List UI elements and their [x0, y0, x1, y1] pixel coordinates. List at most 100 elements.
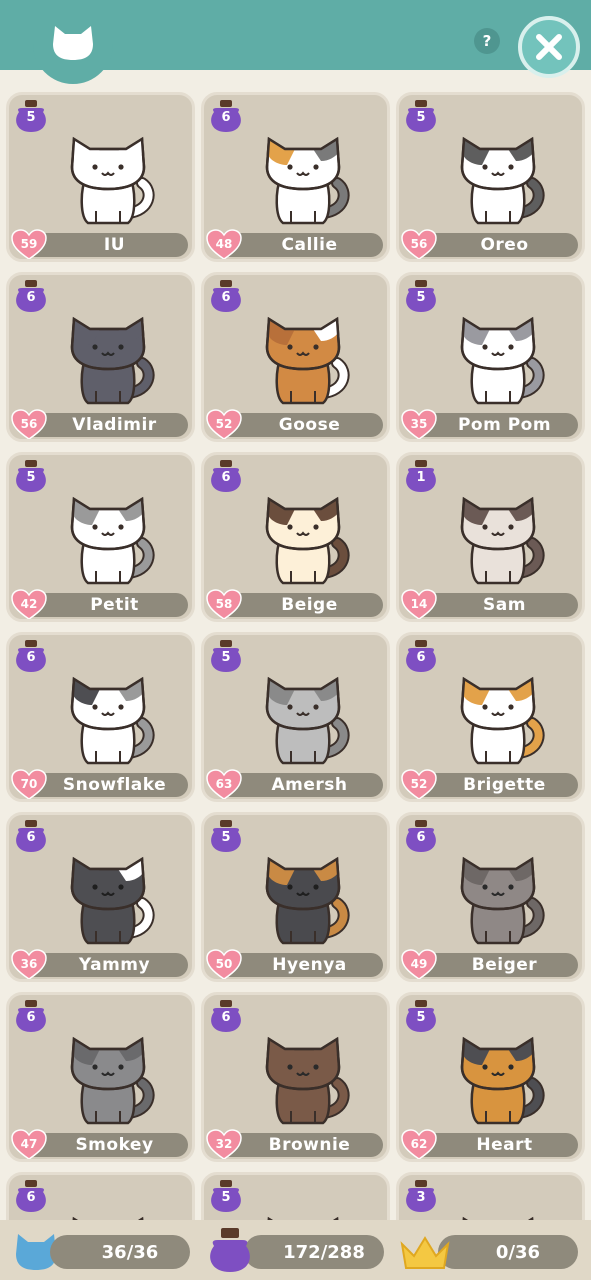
- cat-card[interactable]: 6 Yammy 36: [6, 812, 195, 982]
- cat-collection-tab[interactable]: [33, 0, 113, 84]
- heart-badge: 47: [11, 1129, 47, 1159]
- cat-name: Snowflake: [23, 773, 188, 797]
- heart-count: 58: [215, 597, 233, 611]
- cat-illustration: [462, 1216, 534, 1220]
- heart-badge: 70: [11, 769, 47, 799]
- close-button[interactable]: [518, 16, 580, 78]
- cat-card[interactable]: 5 IU 59: [6, 92, 195, 262]
- cat-card[interactable]: 6 Vladimir 56: [6, 272, 195, 442]
- coin-badge: 6: [208, 280, 244, 314]
- coin-count: 1: [416, 470, 426, 485]
- cat-card[interactable]: 6 Callie 48: [201, 92, 390, 262]
- heart-badge: 35: [401, 409, 437, 439]
- cat-card[interactable]: 6 Beige 58: [201, 452, 390, 622]
- heart-badge: 32: [206, 1129, 242, 1159]
- coin-badge: 5: [403, 100, 439, 134]
- heart-badge: 56: [401, 229, 437, 259]
- coin-badge: 6: [208, 460, 244, 494]
- heart-count: 32: [215, 1137, 233, 1151]
- heart-count: 42: [20, 597, 38, 611]
- coin-badge: 5: [403, 1000, 439, 1034]
- cat-name: Smokey: [23, 1133, 188, 1157]
- coin-badge: 6: [13, 820, 49, 854]
- cat-illustration: [460, 136, 545, 225]
- coin-badge: 6: [208, 100, 244, 134]
- coin-badge: 6: [13, 640, 49, 674]
- cat-card[interactable]: 5 Hyenya 50: [201, 812, 390, 982]
- cat-illustration: [460, 496, 545, 585]
- cat-card[interactable]: 6 Goose 52: [201, 272, 390, 442]
- cat-illustration: [70, 856, 155, 945]
- cat-name: Heart: [413, 1133, 578, 1157]
- coin-badge: 5: [208, 640, 244, 674]
- heart-badge: 48: [206, 229, 242, 259]
- cat-card[interactable]: 3: [396, 1172, 585, 1220]
- cat-card[interactable]: 5 Oreo 56: [396, 92, 585, 262]
- heart-count: 14: [410, 597, 428, 611]
- coin-count: 3: [416, 1190, 426, 1205]
- heart-count: 35: [410, 417, 428, 431]
- close-icon: [536, 34, 562, 60]
- coin-badge: 6: [13, 280, 49, 314]
- coin-badge: 6: [208, 1000, 244, 1034]
- heart-count: 52: [410, 777, 428, 791]
- coin-badge: 5: [13, 460, 49, 494]
- coin-count: 6: [221, 290, 231, 305]
- heart-count: 63: [215, 777, 233, 791]
- coin-count: 5: [26, 470, 36, 485]
- coin-count: 5: [26, 110, 36, 125]
- cat-card[interactable]: 5: [201, 1172, 390, 1220]
- coin-count: 5: [416, 1010, 426, 1025]
- cat-name: Pom Pom: [413, 413, 578, 437]
- cat-illustration: [72, 1216, 144, 1220]
- heart-badge: 52: [206, 409, 242, 439]
- coin-badge: 5: [403, 280, 439, 314]
- coin-badge: 6: [403, 820, 439, 854]
- cat-card[interactable]: 5 Amersh 63: [201, 632, 390, 802]
- cat-name: Brigette: [413, 773, 578, 797]
- cat-card[interactable]: 5 Petit 42: [6, 452, 195, 622]
- coin-count: 5: [221, 1190, 231, 1205]
- cat-card[interactable]: 6: [6, 1172, 195, 1220]
- cat-illustration: [70, 316, 155, 405]
- cats-counter: 36/36: [50, 1235, 190, 1269]
- coin-count: 6: [221, 110, 231, 125]
- heart-badge: 42: [11, 589, 47, 619]
- cat-card[interactable]: 6 Smokey 47: [6, 992, 195, 1162]
- heart-badge: 49: [401, 949, 437, 979]
- cat-name: Yammy: [23, 953, 188, 977]
- cat-card[interactable]: 5 Heart 62: [396, 992, 585, 1162]
- heart-count: 52: [215, 417, 233, 431]
- cat-card[interactable]: 5 Pom Pom 35: [396, 272, 585, 442]
- cat-illustration: [265, 676, 350, 765]
- coin-count: 6: [26, 1010, 36, 1025]
- heart-count: 49: [410, 957, 428, 971]
- cat-card[interactable]: 6 Brigette 52: [396, 632, 585, 802]
- cat-illustration: [70, 1036, 155, 1125]
- cat-name: Sam: [413, 593, 578, 617]
- coin-count: 6: [26, 1190, 36, 1205]
- coin-count: 6: [26, 650, 36, 665]
- heart-count: 50: [215, 957, 233, 971]
- cat-card[interactable]: 1 Sam 14: [396, 452, 585, 622]
- cat-card[interactable]: 6 Beiger 49: [396, 812, 585, 982]
- cat-illustration: [265, 496, 350, 585]
- cat-illustration: [460, 316, 545, 405]
- coin-badge: 5: [13, 100, 49, 134]
- coin-count: 6: [416, 650, 426, 665]
- cat-illustration: [265, 856, 350, 945]
- coin-badge: 5: [208, 1180, 244, 1214]
- heart-count: 56: [20, 417, 38, 431]
- heart-badge: 52: [401, 769, 437, 799]
- cat-card[interactable]: 6 Snowflake 70: [6, 632, 195, 802]
- coin-count: 6: [221, 470, 231, 485]
- cat-card[interactable]: 6 Brownie 32: [201, 992, 390, 1162]
- heart-badge: 62: [401, 1129, 437, 1159]
- heart-badge: 50: [206, 949, 242, 979]
- coin-count: 6: [416, 830, 426, 845]
- coin-count: 5: [221, 650, 231, 665]
- heart-count: 70: [20, 777, 38, 791]
- heart-count: 59: [20, 237, 38, 251]
- help-button[interactable]: ?: [474, 28, 500, 54]
- coin-badge: 6: [13, 1000, 49, 1034]
